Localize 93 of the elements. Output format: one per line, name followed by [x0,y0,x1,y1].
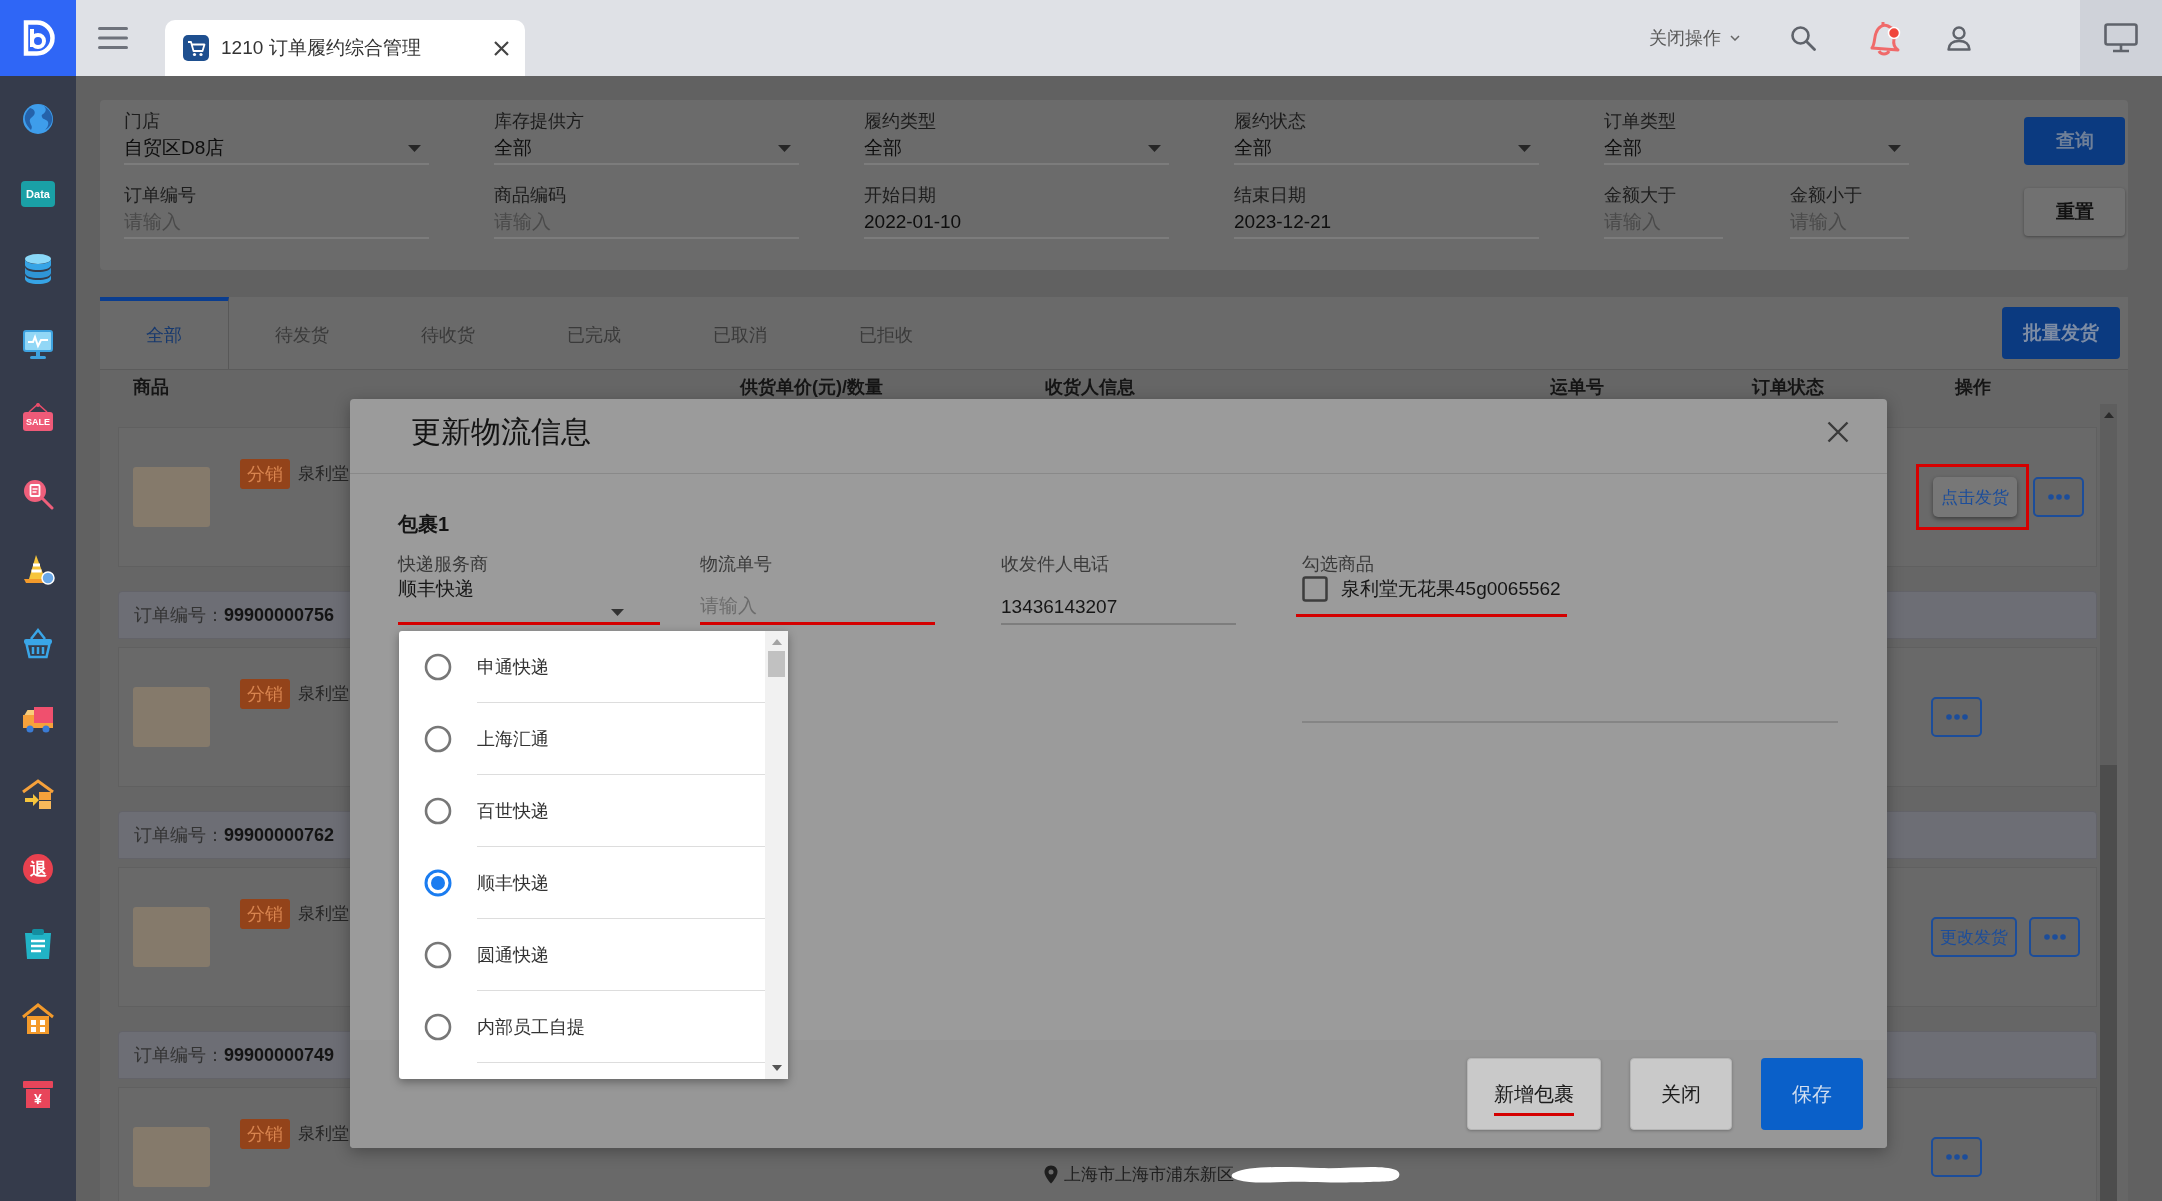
field-label: 金额大于 [1604,184,1677,207]
channel-tag: 分销 [240,899,290,929]
checkbox-icon[interactable] [1302,576,1328,602]
dialog-button[interactable]: 关闭 [1630,1058,1732,1130]
batch-ship-button[interactable]: 批量发货 [2002,307,2120,359]
dialog-button[interactable]: 新增包裹 [1467,1058,1601,1130]
more-icon [1945,1154,1968,1160]
product-name: 泉利堂 [298,463,349,485]
field-label: 勾选商品 [1302,553,1375,576]
field-label: 门店 [124,110,161,133]
order-number: 99900000749 [224,1044,335,1066]
chevron-icon [1730,35,1740,41]
order-number-label: 订单编号： [134,1044,224,1067]
input-field[interactable]: 13436143207 [1001,576,1236,625]
select-field[interactable]: 自贸区D8店 [124,133,429,165]
save-button[interactable]: 保存 [1761,1058,1863,1130]
more-icon [2043,934,2066,940]
basket-icon[interactable] [21,626,55,661]
more-icon [1945,714,1968,720]
select-field[interactable]: 全部 [1604,133,1909,165]
more-icon [2047,494,2070,500]
field-label: 商品编码 [494,184,567,207]
field-label: 收发件人电话 [1001,553,1110,576]
address-text: 上海市上海市浦东新区 [1064,1163,1234,1186]
caret-icon [408,144,421,152]
input-field[interactable]: 2022-01-10 [864,207,1169,239]
scroll-down-icon[interactable] [771,1065,782,1071]
page-tab[interactable]: 1210 订单履约综合管理 [165,20,525,76]
carrier-option[interactable]: 百世快递 [399,775,765,847]
column-header: 运单号 [1549,376,1605,399]
channel-tag: 分销 [240,459,290,489]
caret-icon [778,144,791,152]
input-field[interactable]: 2023-12-21 [1234,207,1539,239]
order-number-label: 订单编号： [134,824,224,847]
close-icon[interactable] [494,40,509,56]
field-label: 物流单号 [700,553,773,576]
column-header: 供货单价(元)/数量 [738,376,884,399]
caret-icon [1148,144,1161,152]
globe-icon[interactable] [21,101,55,136]
dialog-title: 更新物流信息 [411,413,591,450]
column-header: 订单状态 [1750,376,1825,399]
select-field[interactable]: 全部 [864,133,1169,165]
select-field[interactable]: 顺丰快递 [398,576,660,625]
carrier-option[interactable]: 上海汇通 [399,703,765,775]
warehouse-icon[interactable] [21,776,55,811]
carrier-option[interactable]: 申通快递 [399,631,765,703]
product-option-label: 泉利堂无花果45g0065562 [1341,577,1561,601]
data-icon[interactable]: Data [21,180,55,207]
field-label: 履约状态 [1234,110,1307,133]
caret-icon [1888,144,1901,152]
close-icon[interactable] [1827,421,1849,443]
channel-tag: 分销 [240,679,290,709]
field-label: 订单类型 [1604,110,1677,133]
field-label: 快递服务商 [398,553,489,576]
order-number: 99900000756 [224,604,335,626]
refund-icon[interactable]: 退 [21,851,55,886]
order-number-label: 订单编号： [134,604,224,627]
building-icon[interactable] [21,1001,55,1036]
ship-button[interactable]: 点击发货 [1933,477,2017,517]
cart-icon [183,35,209,61]
query-button[interactable]: 查询 [2024,117,2125,165]
actions-menu[interactable]: 关闭操作 [1649,26,1740,50]
product-name: 泉利堂 [298,903,349,925]
column-header: 商品 [132,376,170,399]
field-label: 库存提供方 [494,110,585,133]
caret-icon [1518,144,1531,152]
select-field[interactable]: 全部 [494,133,799,165]
select-field[interactable]: 全部 [1234,133,1539,165]
field-label: 订单编号 [124,184,197,207]
channel-tag: 分销 [240,1119,290,1149]
carrier-option[interactable]: 圆通快递 [399,919,765,991]
caret-icon [611,609,624,616]
field-label: 履约类型 [864,110,937,133]
scroll-up-icon[interactable] [2103,412,2114,418]
field-label: 开始日期 [864,184,937,207]
scrollbar-thumb[interactable] [2100,765,2117,1201]
carrier-option[interactable]: 顺丰快递 [399,847,765,919]
package-title: 包裹1 [398,512,451,537]
product-name: 泉利堂 [298,683,349,705]
column-header: 收货人信息 [1044,376,1136,399]
monitor-icon [2104,23,2138,53]
order-number: 99900000762 [224,824,335,846]
menu-icon[interactable] [98,27,128,49]
location-pin-icon [1044,1164,1058,1184]
scrollbar-thumb[interactable] [768,651,785,677]
column-header: 操作 [1954,376,1992,399]
field-label: 结束日期 [1234,184,1307,207]
product-name: 泉利堂 [298,1123,349,1145]
reset-button[interactable]: 重置 [2024,188,2125,236]
user-icon[interactable] [1946,25,1972,51]
field-label: 金额小于 [1790,184,1863,207]
carrier-option[interactable]: 内部员工自提 [399,991,765,1063]
display-button[interactable] [2080,0,2162,76]
